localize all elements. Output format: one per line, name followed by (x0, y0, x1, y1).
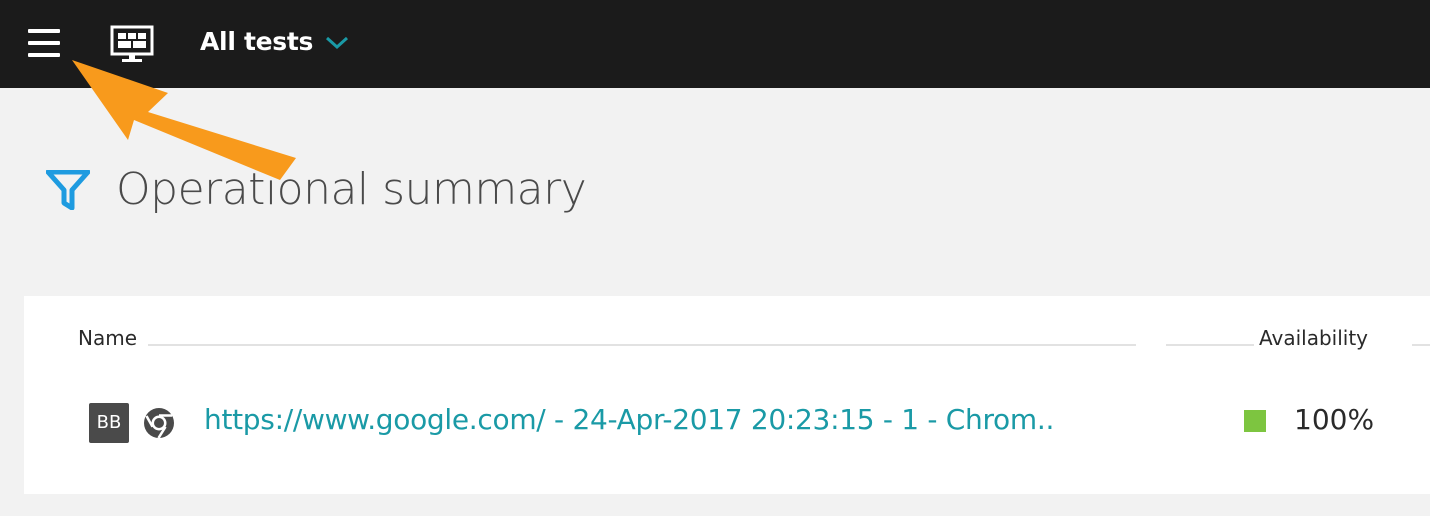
column-divider (1412, 344, 1430, 346)
availability-status-indicator (1244, 410, 1266, 432)
page-selector-title[interactable]: All tests (200, 24, 313, 60)
chevron-down-icon[interactable] (324, 32, 350, 52)
tests-table-panel (24, 296, 1430, 494)
availability-value: 100% (1294, 403, 1375, 436)
test-type-badge: BB (89, 403, 129, 443)
chrome-icon (144, 408, 174, 439)
hamburger-menu-icon[interactable] (28, 29, 60, 57)
column-divider (1166, 344, 1254, 346)
column-header-availability[interactable]: Availability (1259, 324, 1368, 352)
filter-icon[interactable] (46, 170, 90, 210)
top-navigation-bar: All tests (0, 0, 1430, 88)
column-divider (148, 344, 1136, 346)
page-title: Operational summary (116, 164, 587, 215)
column-header-name[interactable]: Name (78, 324, 137, 352)
monitor-icon[interactable] (110, 24, 154, 64)
test-name-link[interactable]: https://www.google.com/ - 24-Apr-2017 20… (204, 400, 1054, 440)
